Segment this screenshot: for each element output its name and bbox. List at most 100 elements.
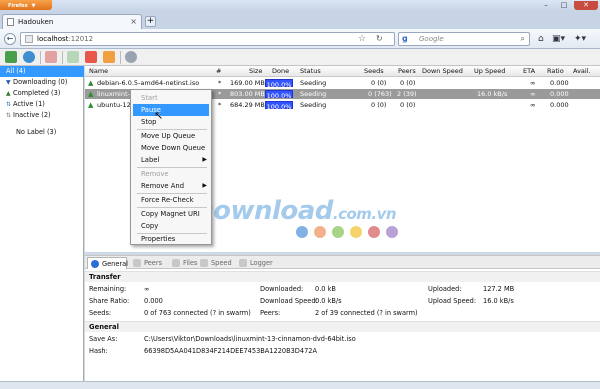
back-arrow-icon[interactable]: ← — [4, 33, 16, 45]
close-tab-icon[interactable]: × — [130, 17, 137, 26]
progress-bar: 100.0% — [265, 79, 293, 89]
torrent-peers: 2 (39) — [397, 90, 417, 98]
menu-item-copy[interactable]: Copy — [131, 220, 211, 232]
col-done[interactable]: Done — [272, 66, 289, 77]
pause-icon[interactable] — [103, 51, 115, 63]
seeding-arrow-icon: ▲ — [88, 101, 94, 109]
url-bar[interactable]: localhost:12012 ☆ ↻ — [20, 32, 395, 46]
window-titlebar: Firefox ▼ – □ ✕ — [0, 0, 600, 11]
close-window-button[interactable]: ✕ — [574, 1, 598, 10]
new-tab-button[interactable]: + — [145, 16, 156, 27]
addon-icon[interactable]: ✦▾ — [574, 33, 586, 45]
bookmarks-menu-icon[interactable]: ▣▾ — [552, 33, 565, 45]
bookmark-star-icon[interactable]: ☆ — [358, 34, 366, 44]
hash-value: 66398D5AA041D834F214DEE7453BA1220B3D472A — [144, 347, 317, 355]
firefox-menu-button[interactable]: Firefox ▼ — [0, 0, 52, 10]
reload-icon[interactable]: ↻ — [376, 34, 383, 43]
tab-general[interactable]: General — [87, 257, 128, 269]
menu-item-label[interactable]: Label ▶ — [131, 154, 211, 166]
search-engine-icon[interactable]: g — [402, 34, 408, 43]
toolbar-separator — [40, 51, 41, 64]
col-down-speed[interactable]: Down Speed — [422, 66, 463, 77]
stop-icon[interactable] — [85, 51, 97, 63]
maximize-button[interactable]: □ — [556, 1, 572, 10]
torrent-queue: * — [218, 79, 222, 87]
active-icon: ⇅ — [6, 101, 12, 108]
watermark-logo: Download.com.vn — [192, 196, 397, 226]
downloaded-label: Downloaded: — [260, 285, 304, 293]
filter-no-label[interactable]: No Label (3) — [0, 127, 84, 138]
menu-item-force-recheck[interactable]: Force Re-Check — [131, 194, 211, 206]
menu-item-move-down-queue[interactable]: Move Down Queue — [131, 142, 211, 154]
menu-item-remove-and[interactable]: Remove And ▶ — [131, 180, 211, 192]
add-torrent-icon[interactable] — [5, 51, 17, 63]
col-name[interactable]: Name — [89, 66, 108, 77]
details-tab-bar: General Peers Files Speed Logger — [85, 255, 600, 269]
start-icon[interactable] — [67, 51, 79, 63]
tab-peers[interactable]: Peers — [130, 257, 166, 269]
section-transfer: Transfer — [85, 271, 600, 282]
tab-speed[interactable]: Speed — [197, 257, 237, 269]
filter-downloading[interactable]: ▼ Downloading (0) — [0, 77, 84, 88]
torrent-ratio: 0.000 — [550, 79, 569, 87]
torrent-seeds: 0 (0) — [371, 79, 387, 87]
upload-speed-label: Upload Speed: — [428, 297, 477, 305]
filter-all[interactable]: All (4) — [0, 66, 84, 77]
menu-item-copy-magnet-uri[interactable]: Copy Magnet URI — [131, 208, 211, 220]
col-size[interactable]: Size — [249, 66, 262, 77]
torrent-queue: * — [218, 90, 222, 98]
watermark-suffix: .com.vn — [332, 205, 397, 223]
search-input[interactable]: Google — [419, 35, 444, 43]
add-url-icon[interactable] — [23, 51, 35, 63]
col-peers[interactable]: Peers — [398, 66, 416, 77]
progress-bar: 100.0% — [265, 101, 293, 111]
download-speed-label: Download Speed: — [260, 297, 318, 305]
col-up-speed[interactable]: Up Speed — [474, 66, 505, 77]
watermark-dot — [350, 226, 362, 238]
speed-icon — [200, 259, 208, 267]
watermark-dot — [386, 226, 398, 238]
torrent-ratio: 0.000 — [550, 101, 569, 109]
col-ratio[interactable]: Ratio — [547, 66, 564, 77]
menu-item-stop[interactable]: Stop — [131, 116, 211, 128]
url-text[interactable]: localhost:12012 — [37, 35, 93, 43]
minimize-button[interactable]: – — [538, 1, 554, 10]
filter-label: Completed (3) — [13, 89, 61, 97]
home-icon[interactable]: ⌂ — [538, 33, 544, 45]
share-ratio-label: Share Ratio: — [89, 297, 130, 305]
torrent-queue: * — [218, 101, 222, 109]
remove-icon[interactable] — [45, 51, 57, 63]
watermark-dot — [296, 226, 308, 238]
col-queue-number[interactable]: # — [216, 66, 221, 77]
filter-active[interactable]: ⇅ Active (1) — [0, 99, 84, 110]
seeds-value: 0 of 763 connected (? in swarm) — [144, 309, 251, 317]
menu-item-pause[interactable]: Pause — [133, 104, 209, 116]
menu-item-move-up-queue[interactable]: Move Up Queue — [131, 130, 211, 142]
browser-tab[interactable]: Hadouken × — [2, 14, 142, 29]
table-row[interactable]: ▲ debian-6.0.5-amd64-netinst.iso * 169.0… — [85, 78, 600, 89]
tab-logger[interactable]: Logger — [236, 257, 278, 269]
col-seeds[interactable]: Seeds — [364, 66, 384, 77]
seeding-arrow-icon: ▲ — [88, 90, 94, 98]
torrent-name: ubuntu-12. — [97, 101, 133, 109]
settings-gear-icon[interactable] — [125, 51, 137, 63]
filter-inactive[interactable]: ⇅ Inactive (2) — [0, 110, 84, 121]
files-icon — [172, 259, 180, 267]
filter-completed[interactable]: ▲ Completed (3) — [0, 88, 84, 99]
menu-item-remove: Remove — [141, 170, 169, 178]
seeds-label: Seeds: — [89, 309, 112, 317]
menu-item-properties[interactable]: Properties — [131, 233, 211, 245]
search-bar[interactable]: g Google ⌕ — [398, 32, 530, 46]
search-icon[interactable]: ⌕ — [521, 34, 525, 44]
progress-label: 100.0% — [266, 103, 292, 111]
watermark-dots — [296, 226, 406, 240]
list-header: Name # Size Done Status Seeds Peers Down… — [85, 66, 600, 77]
torrent-eta: ∞ — [530, 79, 536, 87]
filter-label: Downloading (0) — [13, 78, 68, 86]
col-eta[interactable]: ETA — [523, 66, 535, 77]
col-status[interactable]: Status — [300, 66, 321, 77]
upload-speed-value: 16.0 kB/s — [483, 297, 514, 305]
remaining-label: Remaining: — [89, 285, 127, 293]
col-availability[interactable]: Avail. — [573, 66, 591, 77]
torrent-status: Seeding — [300, 101, 327, 109]
